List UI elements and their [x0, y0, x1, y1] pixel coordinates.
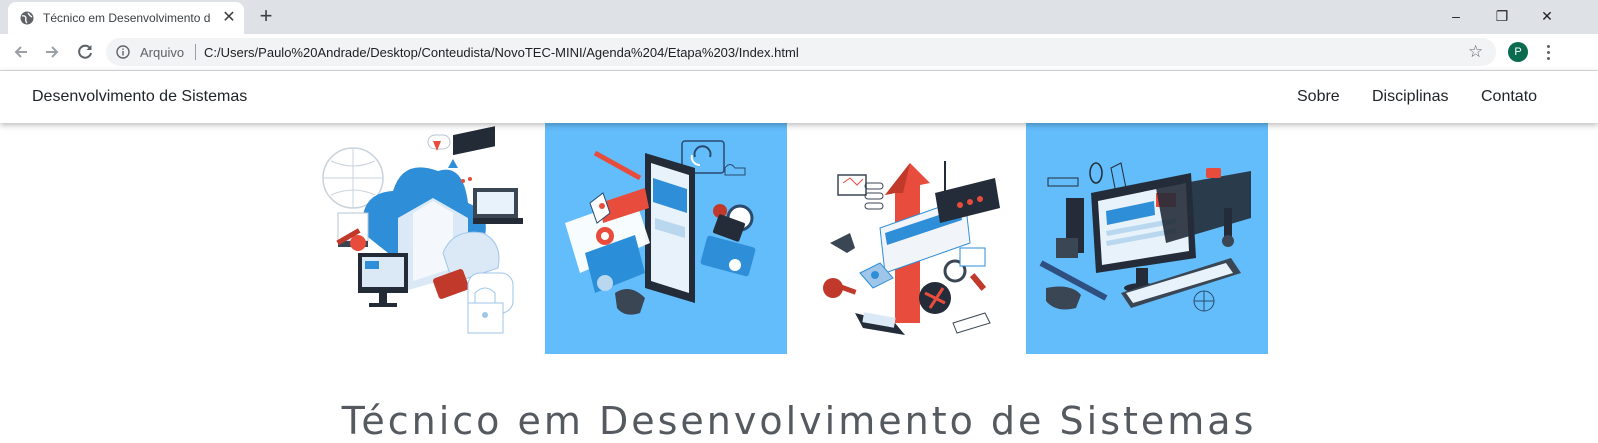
page-title: Técnico em Desenvolvimento de Sistemas: [341, 399, 1257, 443]
mobile-app-illustration: [545, 123, 787, 354]
nav-link-contato[interactable]: Contato: [1481, 88, 1537, 106]
security-label: Arquivo: [140, 45, 185, 60]
globe-icon: [20, 11, 34, 25]
address-bar[interactable]: Arquivo C:/Users/Paulo%20Andrade/Desktop…: [106, 38, 1496, 66]
new-tab-button[interactable]: +: [257, 5, 275, 27]
forward-arrow-icon[interactable]: [41, 41, 63, 63]
site-navbar: Desenvolvimento de Sistemas Sobre Discip…: [0, 71, 1598, 123]
site-brand[interactable]: Desenvolvimento de Sistemas: [32, 88, 247, 106]
nav-link-sobre[interactable]: Sobre: [1297, 88, 1340, 106]
browser-tab[interactable]: Técnico em Desenvolvimento de ✕: [8, 2, 244, 34]
omnibox-divider: [195, 44, 196, 60]
url-text[interactable]: C:/Users/Paulo%20Andrade/Desktop/Conteud…: [204, 45, 799, 60]
close-window-button[interactable]: ✕: [1532, 6, 1562, 26]
info-icon[interactable]: [116, 45, 130, 59]
profile-avatar[interactable]: P: [1508, 42, 1528, 62]
close-tab-icon[interactable]: ✕: [221, 10, 237, 26]
nav-link-disciplinas[interactable]: Disciplinas: [1372, 88, 1448, 106]
back-arrow-icon[interactable]: [10, 41, 32, 63]
browser-toolbar: Arquivo C:/Users/Paulo%20Andrade/Desktop…: [0, 34, 1598, 71]
reload-icon[interactable]: [74, 41, 96, 63]
kebab-menu-icon[interactable]: [1543, 42, 1553, 62]
star-icon[interactable]: ☆: [1468, 42, 1483, 62]
desktop-workstation-illustration: [1026, 123, 1268, 354]
data-growth-illustration: [785, 123, 1027, 354]
cloud-network-illustration: [303, 123, 545, 354]
restore-button[interactable]: ❐: [1487, 6, 1517, 26]
tab-title: Técnico em Desenvolvimento de: [43, 11, 211, 25]
tab-strip: Técnico em Desenvolvimento de ✕ + – ❐ ✕: [0, 0, 1598, 34]
minimize-button[interactable]: –: [1441, 6, 1471, 26]
